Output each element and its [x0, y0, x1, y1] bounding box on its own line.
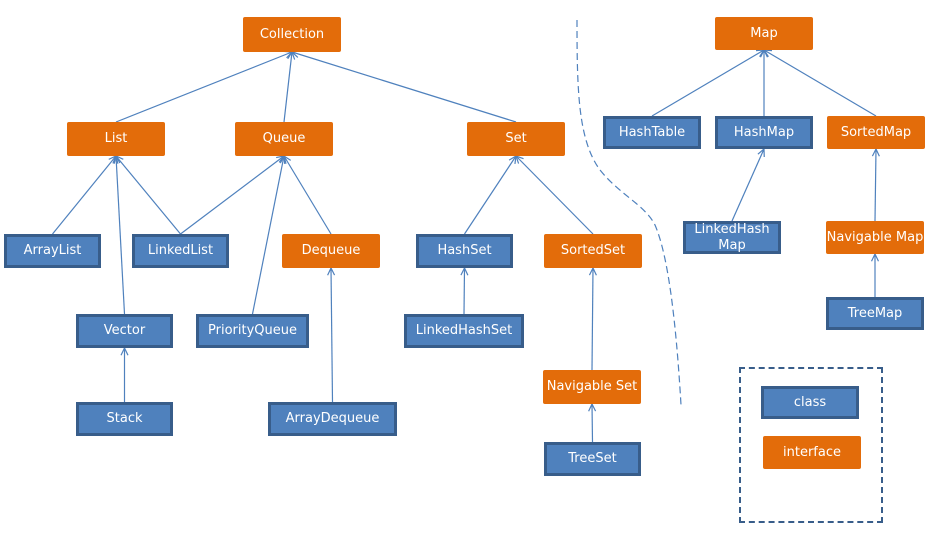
node-list: List	[67, 122, 165, 156]
node-hashset: HashSet	[416, 234, 513, 268]
node-queue: Queue	[235, 122, 333, 156]
node-label: HashSet	[437, 243, 492, 258]
node-treemap: TreeMap	[826, 297, 924, 330]
node-label: Set	[505, 131, 527, 146]
edge-linkedhashmap-to-hashmap	[731, 148, 765, 222]
edge-navigableset-to-sortedset	[591, 267, 594, 371]
node-linkedlist: LinkedList	[132, 234, 229, 268]
node-arraydequeue: ArrayDequeue	[268, 402, 397, 436]
node-sortedmap: SortedMap	[827, 116, 925, 149]
node-label: HashMap	[733, 124, 795, 140]
node-linkedhashmap: LinkedHash Map	[683, 221, 781, 254]
node-navigablemap: Navigable Map	[826, 221, 924, 254]
node-treeset: TreeSet	[544, 442, 641, 476]
edge-priorityqueue-to-queue	[251, 155, 285, 315]
node-label: HashTable	[618, 124, 686, 140]
node-navigableset: Navigable Set	[543, 370, 641, 404]
edge-linkedlist-to-queue	[180, 155, 285, 235]
node-set: Set	[467, 122, 565, 156]
edge-vector-to-list	[115, 155, 126, 315]
node-label: Stack	[106, 411, 143, 426]
node-label: ArrayDequeue	[285, 411, 380, 426]
edge-arraylist-to-list	[52, 155, 117, 235]
edge-sortedset-to-set	[515, 155, 594, 235]
node-label: Vector	[103, 323, 146, 338]
node-hashtable: HashTable	[603, 116, 701, 149]
node-sortedset: SortedSet	[544, 234, 642, 268]
node-label: LinkedHashSet	[415, 323, 513, 338]
node-label: Collection	[259, 26, 325, 42]
legend-interface: interface	[763, 436, 861, 469]
node-map: Map	[715, 17, 813, 50]
node-hashmap: HashMap	[715, 116, 813, 149]
node-collection: Collection	[243, 17, 341, 52]
edge-navigablemap-to-sortedmap	[874, 148, 877, 222]
node-arraylist: ArrayList	[4, 234, 101, 268]
edge-hashset-to-set	[463, 155, 517, 235]
edge-linkedhashset-to-hashset	[463, 267, 466, 315]
node-stack: Stack	[76, 402, 173, 436]
legend-class: class	[761, 386, 859, 419]
node-label: PriorityQueue	[208, 323, 297, 338]
edge-linkedlist-to-list	[115, 155, 181, 235]
node-label: SortedSet	[560, 243, 626, 258]
node-label: Map	[750, 25, 778, 41]
node-label: SortedMap	[840, 124, 912, 140]
edge-treeset-to-navigableset	[591, 403, 594, 443]
node-priorityqueue: PriorityQueue	[196, 314, 309, 348]
node-label: Dequeue	[301, 243, 361, 258]
node-label: LinkedHash Map	[694, 221, 770, 253]
node-vector: Vector	[76, 314, 173, 348]
edge-queue-to-collection	[283, 51, 293, 123]
node-label: Navigable Map	[826, 229, 924, 245]
node-label: TreeMap	[847, 305, 903, 321]
edge-sortedmap-to-map	[763, 49, 877, 117]
node-linkedhashset: LinkedHashSet	[404, 314, 524, 348]
edge-list-to-collection	[115, 51, 293, 123]
edge-set-to-collection	[291, 51, 517, 123]
edge-hashtable-to-map	[651, 49, 765, 117]
node-label: LinkedList	[147, 243, 214, 258]
arrowhead-icon	[508, 154, 517, 165]
node-label: ArrayList	[23, 243, 82, 258]
edge-dequeue-to-queue	[283, 155, 332, 235]
node-label: TreeSet	[568, 451, 617, 466]
node-label: Queue	[262, 131, 306, 146]
node-label: Navigable Set	[546, 379, 638, 394]
edge-arraydequeue-to-dequeue	[330, 267, 334, 403]
node-label: List	[104, 131, 128, 146]
node-dequeue: Dequeue	[282, 234, 380, 268]
